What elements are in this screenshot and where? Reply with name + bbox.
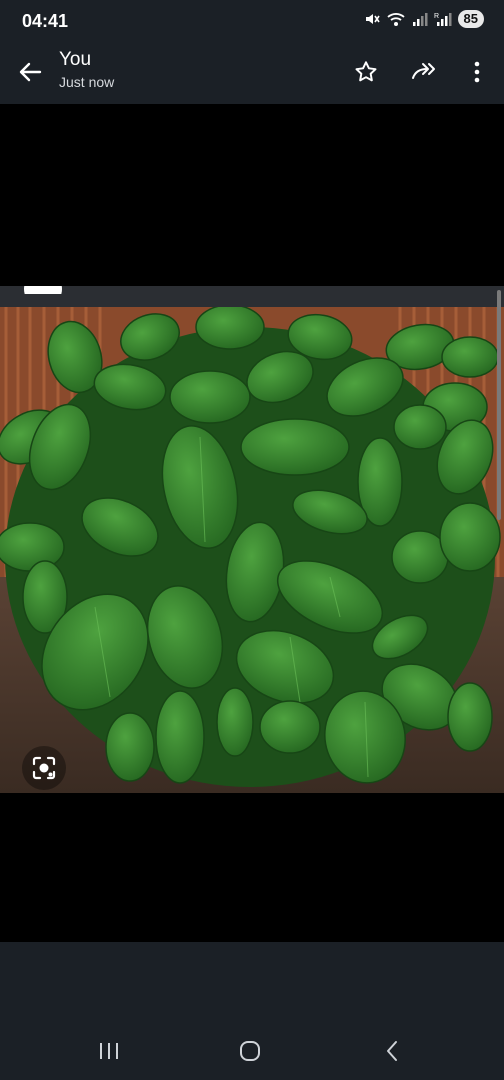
- recents-icon[interactable]: [89, 1036, 129, 1066]
- more-vert-icon[interactable]: [462, 57, 492, 87]
- wifi-icon: [386, 11, 406, 27]
- forward-icon[interactable]: [410, 57, 440, 87]
- basil-photo[interactable]: [0, 307, 504, 793]
- bottom-panel: [0, 942, 504, 1026]
- sender-title: You: [59, 49, 92, 70]
- system-nav-bar: [0, 1026, 504, 1080]
- back-icon[interactable]: [372, 1036, 412, 1066]
- battery-badge: 85: [457, 10, 484, 28]
- back-arrow-icon[interactable]: [16, 58, 44, 86]
- mute-icon: [364, 11, 380, 27]
- lens-search-icon[interactable]: [22, 746, 66, 790]
- status-icons: R 85: [364, 10, 484, 28]
- status-time: 04:41: [22, 11, 69, 31]
- embedded-header-strip: [0, 286, 504, 307]
- home-icon[interactable]: [230, 1036, 270, 1066]
- status-bar: 04:41 R 85: [0, 0, 504, 42]
- signal-icon: [412, 11, 428, 27]
- timestamp: Just now: [59, 74, 115, 90]
- star-icon[interactable]: [351, 57, 381, 87]
- svg-text:R: R: [434, 13, 439, 20]
- app-bar: You Just now: [0, 42, 504, 104]
- signal-roaming-icon: R: [434, 11, 452, 27]
- scrollbar[interactable]: [497, 290, 501, 520]
